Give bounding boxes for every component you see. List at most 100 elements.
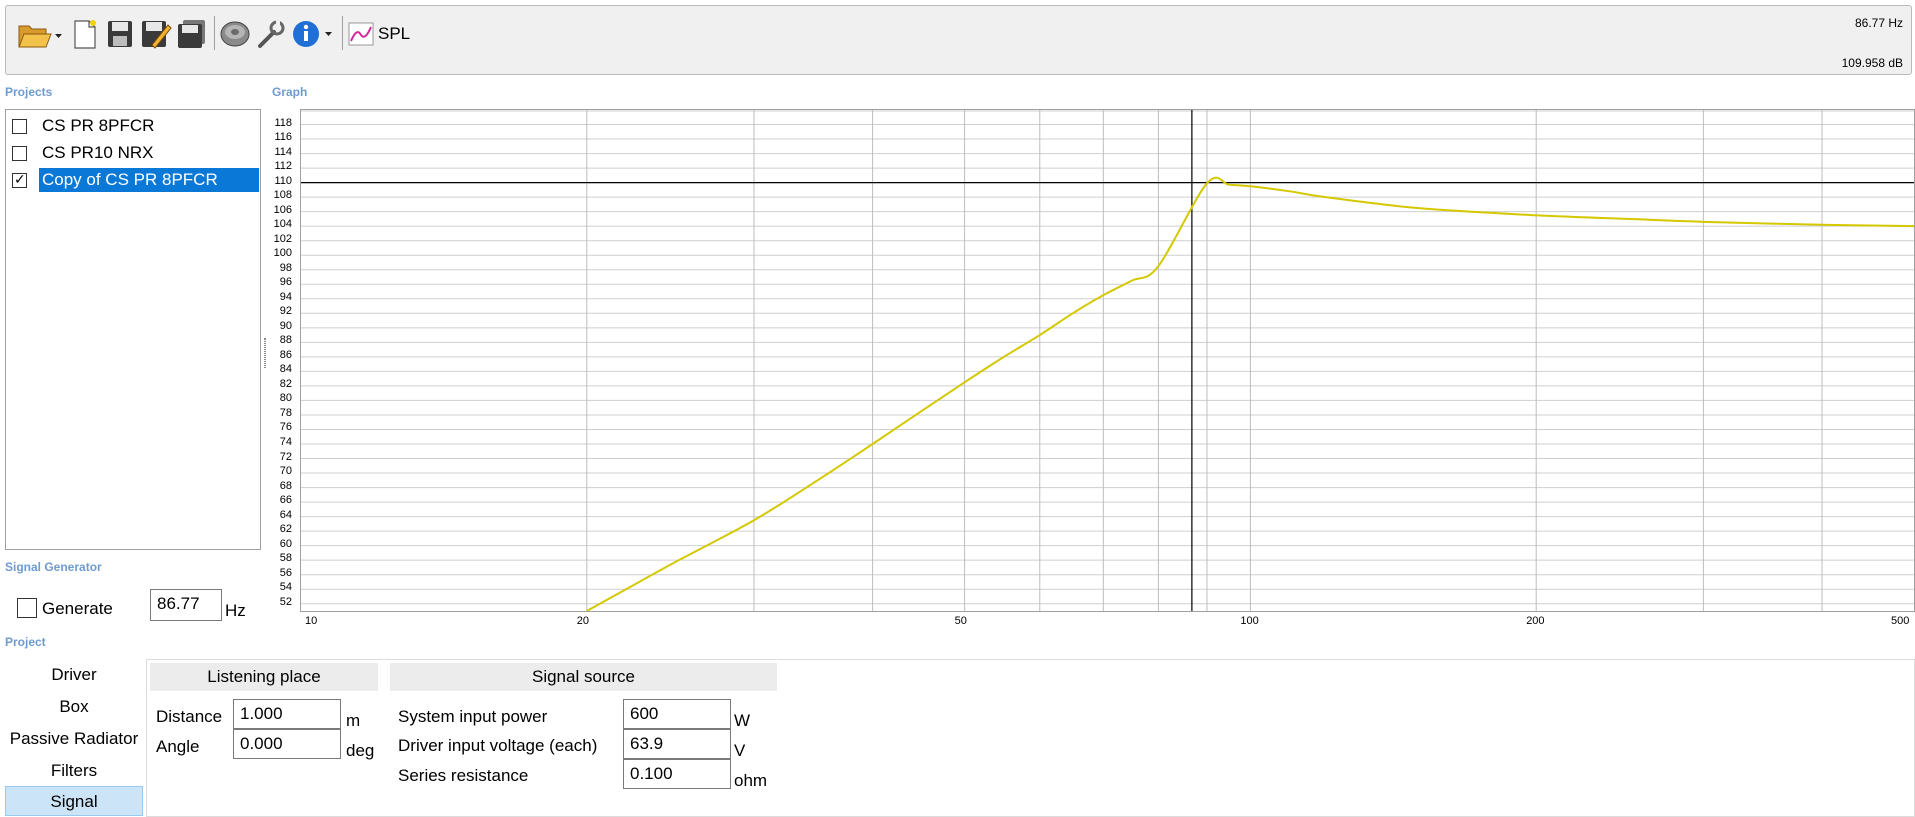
info-icon[interactable] <box>290 14 338 54</box>
y-tick-label: 60 <box>279 537 292 550</box>
tab-passive-radiator[interactable]: Passive Radiator <box>5 724 143 754</box>
new-document-icon[interactable] <box>69 14 101 54</box>
cursor-level-readout: 109.958 dB <box>1841 56 1903 70</box>
settings-wrench-icon[interactable] <box>254 14 288 54</box>
driver-input-voltage-unit: V <box>734 741 746 760</box>
projects-list: CS PR 8PFCR CS PR10 NRX Copy of CS PR 8P… <box>5 109 261 550</box>
y-tick-label: 96 <box>279 276 292 289</box>
angle-unit: deg <box>346 741 375 760</box>
y-tick-label: 70 <box>279 465 292 478</box>
project-item[interactable]: Copy of CS PR 8PFCR <box>12 167 259 193</box>
save-all-icon[interactable] <box>175 14 209 54</box>
y-tick-label: 54 <box>279 581 292 594</box>
distance-unit: m <box>346 711 361 730</box>
y-tick-label: 58 <box>279 552 292 565</box>
generator-frequency-input[interactable]: 86.77 <box>150 589 222 621</box>
y-tick-label: 98 <box>279 261 292 274</box>
distance-label: Distance <box>156 707 223 726</box>
signal-generator-section-label: Signal Generator <box>5 560 102 574</box>
spl-chart-plot[interactable] <box>301 110 1914 611</box>
folder-open-icon[interactable] <box>14 14 66 54</box>
y-tick-label: 64 <box>279 508 292 521</box>
toolbar-separator <box>342 16 343 50</box>
listening-place-header: Listening place <box>150 663 378 691</box>
y-tick-label: 112 <box>274 160 292 173</box>
system-input-power-label: System input power <box>398 707 548 726</box>
project-checkbox[interactable] <box>12 118 27 134</box>
tab-box[interactable]: Box <box>5 692 143 722</box>
y-tick-label: 118 <box>274 116 292 129</box>
y-tick-label: 92 <box>279 305 292 318</box>
y-tick-label: 84 <box>279 363 292 376</box>
project-checkbox[interactable] <box>12 145 27 161</box>
y-tick-label: 100 <box>273 247 292 260</box>
distance-input[interactable]: 1.000 <box>233 699 341 729</box>
cursor-layer <box>301 110 1914 611</box>
project-name: CS PR10 NRX <box>42 143 154 162</box>
x-tick-label: 100 <box>1240 615 1259 627</box>
y-tick-label: 108 <box>273 189 292 202</box>
x-tick-label: 50 <box>954 615 967 627</box>
system-input-power-unit: W <box>734 711 751 730</box>
driver-input-voltage-label: Driver input voltage (each) <box>398 736 598 755</box>
panel-splitter-handle[interactable] <box>264 338 266 368</box>
x-tick-label: 20 <box>576 615 590 627</box>
project-item[interactable]: CS PR 8PFCR <box>12 113 157 139</box>
save-icon[interactable] <box>104 14 136 54</box>
driver-icon[interactable] <box>218 14 252 54</box>
y-tick-label: 74 <box>279 436 292 448</box>
y-tick-label: 106 <box>273 203 292 216</box>
y-tick-label: 66 <box>279 494 292 507</box>
x-tick-label: 200 <box>1526 615 1545 627</box>
spl-graph[interactable] <box>300 109 1915 612</box>
project-name: CS PR 8PFCR <box>42 116 155 135</box>
cursor-frequency-readout: 86.77 Hz <box>1854 16 1903 30</box>
generate-checkbox[interactable] <box>17 598 37 618</box>
series-resistance-label: Series resistance <box>398 766 529 785</box>
project-checkbox[interactable] <box>12 171 27 188</box>
y-tick-label: 90 <box>279 319 292 332</box>
generate-label: Generate <box>42 599 113 618</box>
toolbar-separator <box>214 16 215 50</box>
y-tick-label: 76 <box>279 421 292 434</box>
y-tick-label: 102 <box>273 232 292 245</box>
tab-filters[interactable]: Filters <box>5 756 143 786</box>
angle-label: Angle <box>156 737 200 756</box>
y-tick-label: 116 <box>274 131 292 144</box>
y-tick-label: 78 <box>279 406 292 419</box>
save-as-icon[interactable] <box>139 14 173 54</box>
angle-input[interactable]: 0.000 <box>233 729 341 759</box>
x-tick-label: 500 <box>1891 615 1910 627</box>
projects-section-label: Projects <box>5 85 53 99</box>
y-tick-label: 72 <box>279 450 292 463</box>
series-resistance-unit: ohm <box>734 771 768 790</box>
spl-graph-icon[interactable] <box>346 14 378 54</box>
y-tick-label: 110 <box>274 174 292 187</box>
graph-type-label[interactable]: SPL <box>378 24 410 44</box>
y-tick-label: 114 <box>274 145 292 158</box>
signal-settings-panel: Listening place Distance 1.000 m Angle 0… <box>146 659 1915 817</box>
project-item[interactable]: CS PR10 NRX <box>12 140 156 166</box>
signal-source-header: Signal source <box>390 663 777 691</box>
project-section-label: Project <box>5 635 46 649</box>
graph-section-label: Graph <box>272 85 308 99</box>
generator-frequency-unit: Hz <box>225 601 246 620</box>
y-tick-label: 62 <box>279 523 292 536</box>
driver-input-voltage-input[interactable]: 63.9 <box>623 729 731 759</box>
y-tick-label: 86 <box>279 348 292 361</box>
toolbar: SPL 86.77 Hz 109.958 dB <box>5 5 1912 75</box>
tab-driver[interactable]: Driver <box>5 660 143 690</box>
y-tick-label: 88 <box>279 334 292 347</box>
series-resistance-input[interactable]: 0.100 <box>623 759 731 789</box>
system-input-power-input[interactable]: 600 <box>623 699 731 729</box>
y-tick-label: 94 <box>279 290 292 303</box>
y-tick-label: 104 <box>273 218 292 231</box>
project-name: Copy of CS PR 8PFCR <box>39 168 259 192</box>
grid-layer <box>301 110 1914 611</box>
tab-signal[interactable]: Signal <box>5 786 143 816</box>
y-tick-label: 68 <box>279 479 292 492</box>
x-tick-label: 10 <box>305 615 318 627</box>
y-tick-label: 56 <box>279 566 292 579</box>
y-tick-label: 82 <box>279 377 292 390</box>
y-tick-label: 80 <box>279 392 292 405</box>
